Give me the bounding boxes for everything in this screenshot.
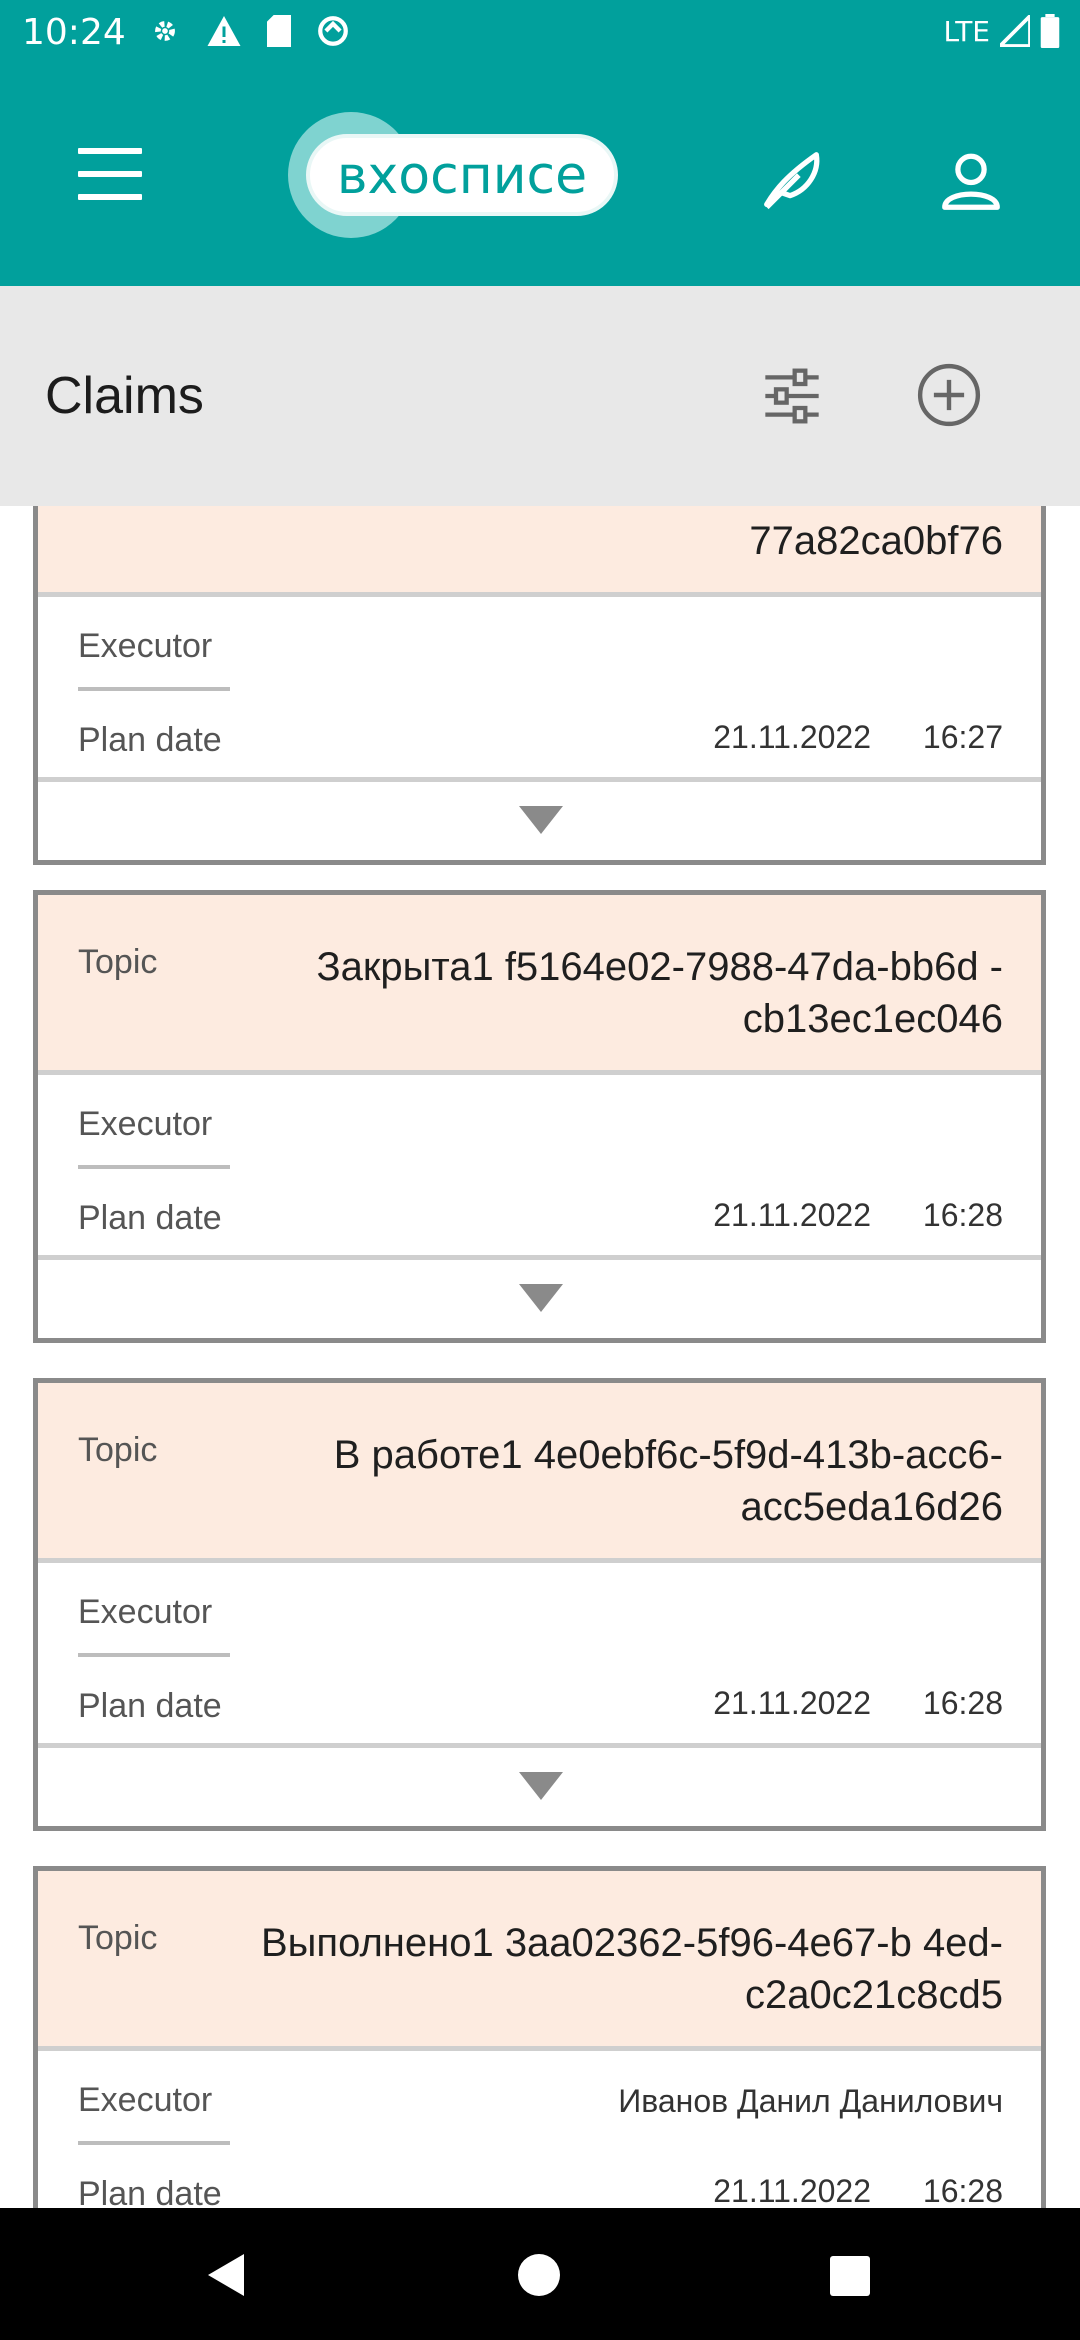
- plan-date-value: 21.11.2022: [713, 1197, 871, 1233]
- expand-arrow-icon[interactable]: [519, 806, 563, 834]
- expand-arrow-icon[interactable]: [519, 1772, 563, 1800]
- plan-time-value: 16:27: [922, 719, 1003, 755]
- claim-topic: Закрыта1 f5164e02-7988-47da-bb6d -cb13ec…: [316, 945, 1003, 1041]
- claim-card[interactable]: 77a82ca0bf76 Executor Plan date 21.11.20…: [33, 506, 1046, 865]
- signal-icon: [1000, 15, 1030, 47]
- menu-button[interactable]: [78, 148, 142, 200]
- plan-date-value: 21.11.2022: [713, 719, 871, 755]
- recent-apps-icon[interactable]: [830, 2256, 870, 2296]
- app-bar: вхосписе: [0, 66, 1080, 286]
- plan-time-value: 16:28: [922, 1685, 1003, 1721]
- executor-value: Иванов Данил Данилович: [618, 2083, 1003, 2119]
- app-logo: вхосписе: [288, 112, 618, 238]
- claim-topic-section: Topic Закрыта1 f5164e02-7988-47da-bb6d -…: [38, 895, 1041, 1075]
- logo-text: вхосписе: [336, 146, 588, 206]
- plan-date-label: Plan date: [78, 1199, 222, 1237]
- executor-label: Executor: [78, 1105, 213, 1143]
- status-notification-icons: [148, 14, 350, 48]
- topic-label: Topic: [78, 1431, 158, 1469]
- profile-icon[interactable]: [936, 146, 1006, 216]
- claim-card[interactable]: Topic Закрыта1 f5164e02-7988-47da-bb6d -…: [33, 890, 1046, 1343]
- sync-icon: [318, 16, 348, 46]
- battery-icon: [1040, 14, 1060, 48]
- plan-date-label: Plan date: [78, 2175, 222, 2208]
- executor-underline: [78, 2141, 230, 2145]
- menu-icon-line: [78, 171, 142, 177]
- system-nav-bar: [0, 2208, 1080, 2340]
- expand-arrow-icon[interactable]: [519, 1284, 563, 1312]
- settings-icon: [155, 21, 175, 41]
- filter-icon[interactable]: [760, 364, 824, 428]
- warning-icon: [207, 16, 241, 46]
- claim-topic: В работе1 4e0ebf6c-5f9d-413b-acc6- acc5e…: [333, 1433, 1003, 1529]
- executor-label: Executor: [78, 627, 213, 665]
- page-title: Claims: [45, 367, 204, 425]
- topic-label: Topic: [78, 943, 158, 981]
- executor-label: Executor: [78, 2081, 213, 2119]
- claim-details: Executor Иванов Данил Данилович Plan dat…: [38, 2051, 1041, 2208]
- plan-date-label: Plan date: [78, 1687, 222, 1725]
- claim-details: Executor Plan date 21.11.2022 16:28: [38, 1075, 1041, 1260]
- add-claim-icon[interactable]: [916, 362, 982, 428]
- claim-topic-section: Topic В работе1 4e0ebf6c-5f9d-413b-acc6-…: [38, 1383, 1041, 1563]
- executor-label: Executor: [78, 1593, 213, 1631]
- executor-underline: [78, 687, 230, 691]
- claim-expand-row[interactable]: [38, 1748, 1041, 1826]
- plan-time-value: 16:28: [922, 1197, 1003, 1233]
- menu-icon-line: [78, 194, 142, 200]
- logo-pill: вхосписе: [306, 134, 618, 216]
- claim-topic-section: 77a82ca0bf76: [38, 506, 1041, 597]
- network-type: LTE: [943, 14, 990, 48]
- claim-topic: Выполнено1 3aa02362-5f96-4e67-b 4ed-c2a0…: [260, 1921, 1003, 2017]
- feather-icon[interactable]: [758, 146, 828, 216]
- plan-date-label: Plan date: [78, 721, 222, 759]
- claim-details: Executor Plan date 21.11.2022 16:28: [38, 1563, 1041, 1748]
- sd-card-icon: [267, 15, 291, 47]
- back-icon[interactable]: [204, 2252, 248, 2298]
- claims-header: Claims: [0, 286, 1080, 506]
- executor-underline: [78, 1165, 230, 1169]
- menu-icon-line: [78, 148, 142, 154]
- claim-card[interactable]: Topic В работе1 4e0ebf6c-5f9d-413b-acc6-…: [33, 1378, 1046, 1831]
- status-system-icons: LTE: [943, 14, 1060, 48]
- status-time: 10:24: [22, 12, 126, 53]
- claims-list[interactable]: 77a82ca0bf76 Executor Plan date 21.11.20…: [0, 506, 1080, 2208]
- plan-date-value: 21.11.2022: [713, 1685, 871, 1721]
- plan-date-value: 21.11.2022: [713, 2173, 871, 2208]
- claim-details: Executor Plan date 21.11.2022 16:27: [38, 597, 1041, 782]
- claim-expand-row[interactable]: [38, 782, 1041, 860]
- claim-topic-section: Topic Выполнено1 3aa02362-5f96-4e67-b 4e…: [38, 1871, 1041, 2051]
- claim-topic: 77a82ca0bf76: [749, 519, 1003, 563]
- home-icon[interactable]: [518, 2254, 560, 2296]
- plan-time-value: 16:28: [922, 2173, 1003, 2208]
- claim-expand-row[interactable]: [38, 1260, 1041, 1338]
- executor-underline: [78, 1653, 230, 1657]
- topic-label: Topic: [78, 1919, 158, 1957]
- claim-card[interactable]: Topic Выполнено1 3aa02362-5f96-4e67-b 4e…: [33, 1866, 1046, 2208]
- status-bar: 10:24 LTE: [0, 0, 1080, 66]
